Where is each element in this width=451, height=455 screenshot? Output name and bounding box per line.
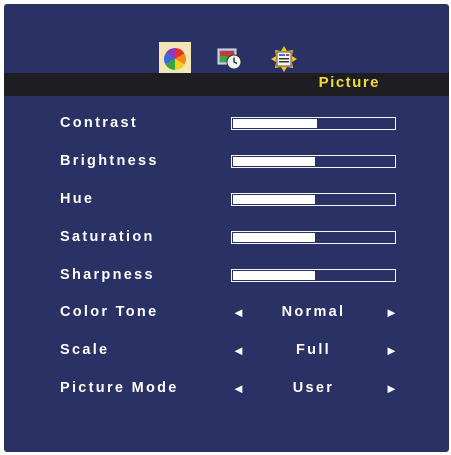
picture-mode-value: User xyxy=(292,380,335,396)
scale-left-arrow-icon[interactable]: ◄ xyxy=(232,343,245,359)
menu-title: Picture xyxy=(318,74,380,91)
hue-slider[interactable] xyxy=(231,193,396,206)
saturation-slider-fill xyxy=(233,233,315,242)
saturation-slider[interactable] xyxy=(231,231,396,244)
color-tone-left-arrow-icon[interactable]: ◄ xyxy=(232,305,245,321)
brightness-slider-fill xyxy=(233,157,315,166)
hue-row[interactable]: Hue xyxy=(4,188,449,212)
color-tone-right-arrow-icon[interactable]: ► xyxy=(385,305,398,321)
picture-mode-label: Picture Mode xyxy=(60,380,179,396)
color-tone-value: Normal xyxy=(281,304,346,320)
tab-settings[interactable] xyxy=(268,42,300,76)
sharpness-slider[interactable] xyxy=(231,269,396,282)
sharpness-row[interactable]: Sharpness xyxy=(4,264,449,288)
brightness-label: Brightness xyxy=(60,153,159,169)
scale-label: Scale xyxy=(60,342,110,358)
scale-right-arrow-icon[interactable]: ► xyxy=(385,343,398,359)
clock-screen-icon xyxy=(217,48,242,70)
saturation-row[interactable]: Saturation xyxy=(4,226,449,250)
saturation-label: Saturation xyxy=(60,229,155,245)
scale-row[interactable]: Scale ◄ Full ► xyxy=(4,339,449,363)
hue-label: Hue xyxy=(60,191,95,207)
osd-menu: Picture Contrast Brightness Hue Saturati… xyxy=(4,4,449,452)
picture-mode-left-arrow-icon[interactable]: ◄ xyxy=(232,381,245,397)
picture-mode-right-arrow-icon[interactable]: ► xyxy=(385,381,398,397)
contrast-label: Contrast xyxy=(60,115,139,131)
color-tone-label: Color Tone xyxy=(60,304,159,320)
tab-display[interactable] xyxy=(214,42,246,76)
tab-picture[interactable] xyxy=(159,42,191,76)
hue-slider-fill xyxy=(233,195,315,204)
contrast-slider-fill xyxy=(233,119,317,128)
contrast-slider[interactable] xyxy=(231,117,396,130)
color-wheel-icon xyxy=(164,48,186,70)
settings-menu-icon xyxy=(271,46,297,72)
brightness-slider[interactable] xyxy=(231,155,396,168)
scale-value: Full xyxy=(296,342,331,358)
title-bar: Picture xyxy=(4,73,449,96)
sharpness-label: Sharpness xyxy=(60,267,155,283)
color-tone-row[interactable]: Color Tone ◄ Normal ► xyxy=(4,301,449,325)
brightness-row[interactable]: Brightness xyxy=(4,150,449,174)
sharpness-slider-fill xyxy=(233,271,315,280)
contrast-row[interactable]: Contrast xyxy=(4,112,449,136)
picture-mode-row[interactable]: Picture Mode ◄ User ► xyxy=(4,377,449,401)
